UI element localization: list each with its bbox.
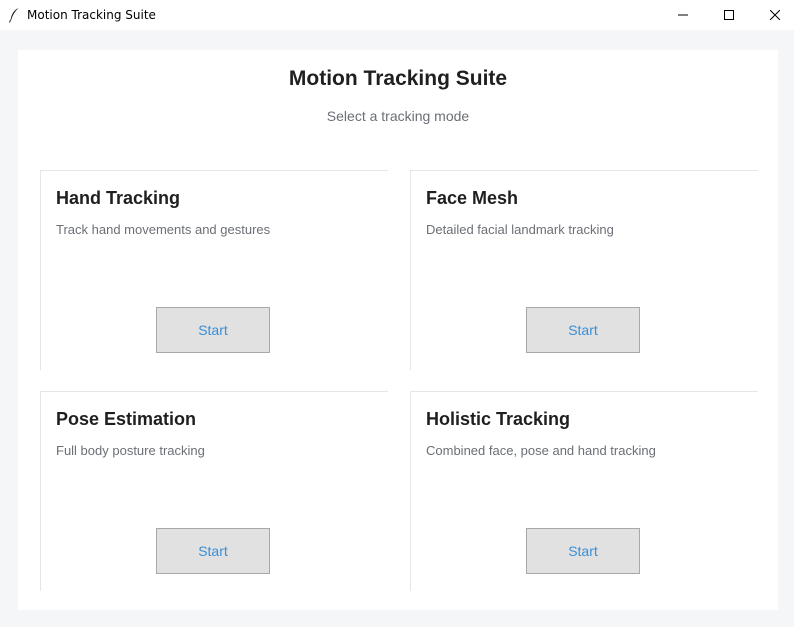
title-bar[interactable]: Motion Tracking Suite xyxy=(0,0,794,30)
page-subtitle: Select a tracking mode xyxy=(326,108,470,124)
start-hand-tracking-button[interactable]: Start xyxy=(156,307,270,353)
card-title: Holistic Tracking xyxy=(426,409,571,429)
card-description: Full body posture tracking xyxy=(56,443,205,458)
card-title: Hand Tracking xyxy=(56,188,181,208)
start-pose-estimation-button[interactable]: Start xyxy=(156,528,270,574)
card-title: Face Mesh xyxy=(426,188,519,208)
mode-card-pose-estimation: Pose Estimation Full body posture tracki… xyxy=(40,391,388,591)
main-panel: Motion Tracking Suite Select a tracking … xyxy=(18,50,778,610)
maximize-icon xyxy=(724,10,734,20)
app-window: Motion Tracking Suite Motion Tracking Su… xyxy=(0,0,794,627)
window-title: Motion Tracking Suite xyxy=(27,8,156,22)
start-face-mesh-button[interactable]: Start xyxy=(526,307,640,353)
card-description: Detailed facial landmark tracking xyxy=(426,222,614,237)
card-description: Combined face, pose and hand tracking xyxy=(426,443,656,458)
card-description: Track hand movements and gestures xyxy=(56,222,271,237)
maximize-button[interactable] xyxy=(706,0,752,30)
mode-card-face-mesh: Face Mesh Detailed facial landmark track… xyxy=(410,170,758,370)
minimize-button[interactable] xyxy=(660,0,706,30)
minimize-icon xyxy=(678,14,688,16)
start-holistic-tracking-button[interactable]: Start xyxy=(526,528,640,574)
page-title: Motion Tracking Suite xyxy=(288,67,508,90)
mode-card-hand-tracking: Hand Tracking Track hand movements and g… xyxy=(40,170,388,370)
feather-icon xyxy=(9,8,19,23)
close-icon xyxy=(770,10,780,20)
card-title: Pose Estimation xyxy=(56,409,197,429)
close-button[interactable] xyxy=(752,0,794,30)
mode-card-holistic-tracking: Holistic Tracking Combined face, pose an… xyxy=(410,391,758,591)
